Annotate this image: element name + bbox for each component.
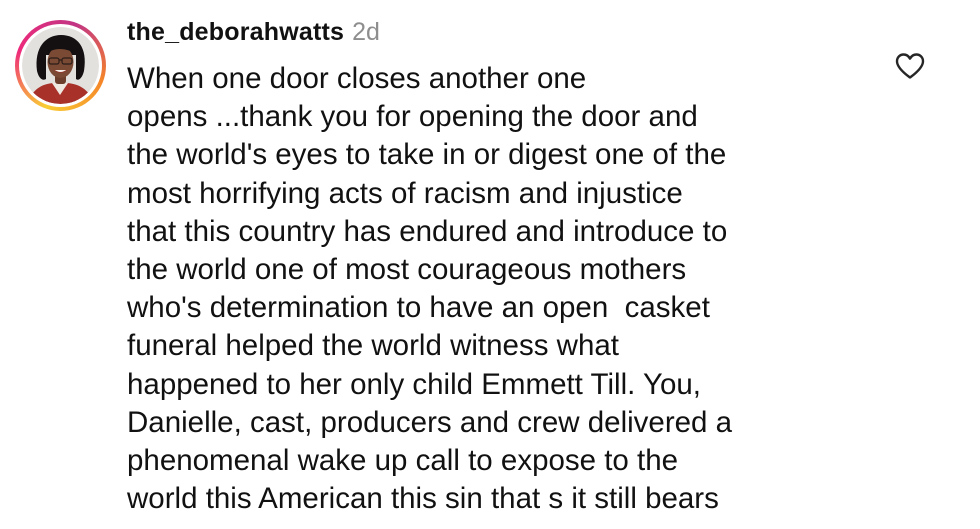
comment-line: Danielle, cast, producers and crew deliv… (127, 405, 733, 439)
comment-line: world this American this sin that s it s… (127, 482, 719, 516)
comment-line: the world one of most courageous mothers (127, 253, 687, 287)
heart-outline-icon (895, 53, 925, 79)
comment-header: the_deborahwatts 2d (127, 18, 380, 56)
comment: the_deborahwatts 2d When one door closes… (0, 0, 980, 529)
comment-line: who's determination to have an open cask… (127, 291, 710, 325)
comment-text: When one door closes another one opens .… (127, 60, 887, 518)
comment-line: most horrifying acts of racism and injus… (127, 176, 683, 210)
comment-line: the world's eyes to take in or digest on… (127, 138, 727, 172)
comment-line: happened to her only child Emmett Till. … (127, 367, 701, 401)
avatar-photo (22, 27, 99, 104)
like-button[interactable] (894, 52, 926, 80)
username-link[interactable]: the_deborahwatts (127, 18, 344, 47)
comment-line: opens ...thank you for opening the door … (127, 100, 698, 134)
comment-timestamp: 2d (352, 18, 380, 46)
comment-line: When one door closes another one (127, 62, 587, 95)
comment-line: that this country has endured and introd… (127, 214, 728, 248)
avatar-story-ring-gap (19, 24, 102, 107)
comment-line: phenomenal wake up call to expose to the (127, 444, 679, 478)
comment-line: funeral helped the world witness what (127, 329, 619, 363)
avatar[interactable] (15, 20, 106, 111)
